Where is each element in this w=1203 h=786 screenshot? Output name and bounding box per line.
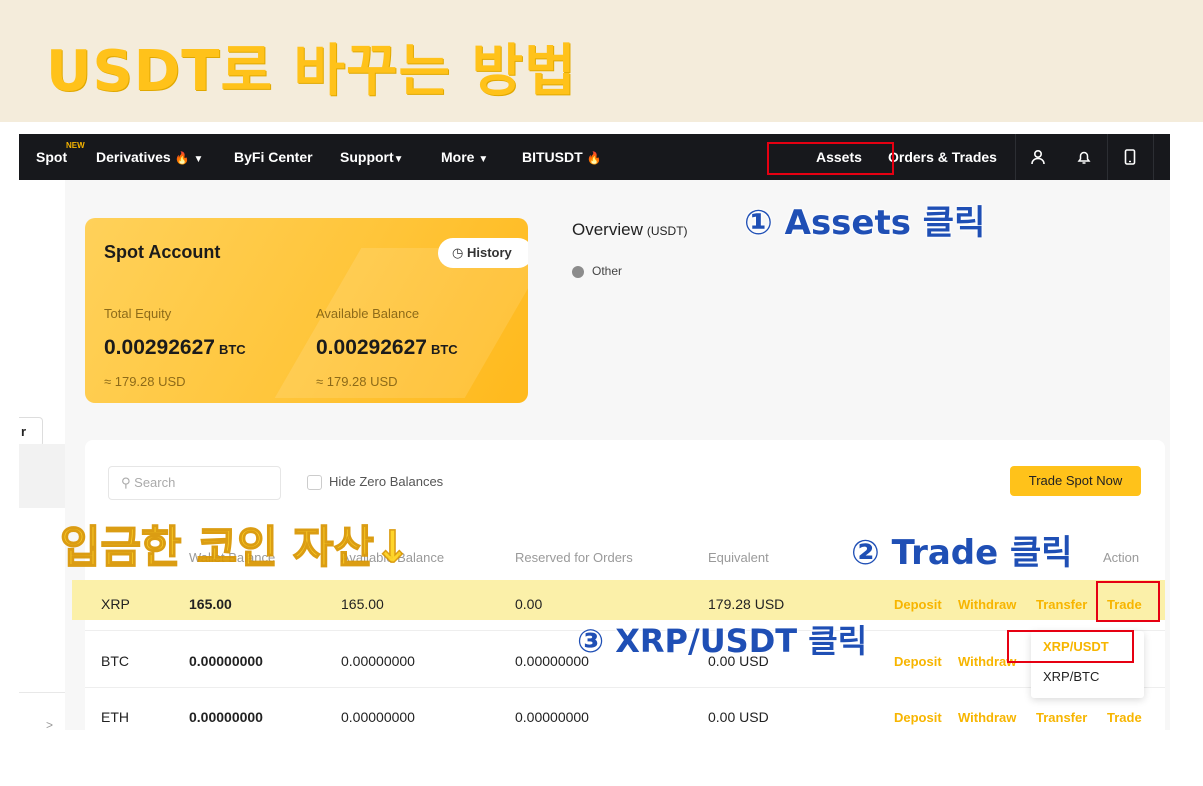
- nav-divider: [1153, 134, 1154, 180]
- card-decoration: [274, 248, 528, 398]
- trade-spot-now-button[interactable]: Trade Spot Now: [1010, 466, 1141, 496]
- total-equity-value: 0.00292627 BTC: [104, 336, 246, 359]
- left-sidebar: r >: [19, 180, 65, 730]
- xrp-usdt-highlight-box: [1007, 630, 1134, 663]
- row-divider: [85, 687, 1165, 688]
- table-cell-reserved: 0.00: [515, 596, 543, 612]
- hide-zero-checkbox[interactable]: Hide Zero Balances: [307, 474, 443, 491]
- total-equity-usd: ≈ 179.28 USD: [104, 374, 186, 389]
- caret-down-icon: ▼: [393, 154, 404, 165]
- header-reserved: Reserved for Orders: [515, 550, 633, 565]
- search-input[interactable]: ⚲ Search: [108, 466, 281, 500]
- total-equity-label: Total Equity: [104, 306, 172, 321]
- clock-icon: ◷: [452, 245, 464, 260]
- table-cell-available: 165.00: [341, 596, 384, 612]
- withdraw-link[interactable]: Withdraw: [958, 710, 1016, 725]
- nav-spot[interactable]: Spot: [36, 134, 67, 180]
- annotation-step1: ① Assets 클릭: [744, 203, 986, 243]
- available-balance-value: 0.00292627 BTC: [316, 336, 458, 359]
- left-pill-button[interactable]: r: [19, 417, 43, 447]
- nav-support[interactable]: Support▼: [340, 134, 404, 180]
- header-action: Action: [1103, 550, 1140, 565]
- transfer-link[interactable]: Transfer: [1036, 710, 1087, 725]
- trade-highlight-box: [1096, 581, 1160, 622]
- table-cell-wallet: 165.00: [189, 596, 232, 612]
- table-cell-equivalent: 0.00 USD: [708, 709, 769, 725]
- user-icon[interactable]: [1030, 134, 1046, 180]
- dropdown-item-xrp-btc[interactable]: XRP/BTC: [1043, 669, 1099, 684]
- caret-down-icon: ▼: [193, 154, 204, 165]
- left-sidebar-row[interactable]: >: [19, 692, 65, 730]
- table-cell-coin: ETH: [101, 709, 129, 725]
- checkbox-box[interactable]: [307, 475, 322, 491]
- flame-icon: 🔥: [586, 151, 602, 165]
- flame-icon: 🔥: [174, 151, 190, 165]
- header-equivalent: Equivalent: [708, 550, 769, 565]
- nav-byfi-center[interactable]: ByFi Center: [234, 134, 313, 180]
- caret-down-icon: ▼: [478, 154, 489, 165]
- banner-title: USDT로 바꾸는 방법: [46, 39, 577, 104]
- transfer-link[interactable]: Transfer: [1036, 597, 1087, 612]
- available-balance-usd: ≈ 179.28 USD: [316, 374, 398, 389]
- table-cell-equivalent: 179.28 USD: [708, 596, 785, 612]
- spot-account-title: Spot Account: [104, 242, 221, 262]
- trade-link[interactable]: Trade: [1107, 710, 1142, 725]
- annotation-step3: ③ XRP/USDT 클릭: [577, 622, 868, 660]
- overview-legend: Other: [572, 264, 622, 278]
- withdraw-link[interactable]: Withdraw: [958, 597, 1016, 612]
- deposit-link[interactable]: Deposit: [894, 710, 942, 725]
- overview-title: Overview (USDT): [572, 220, 688, 239]
- table-cell-wallet: 0.00000000: [189, 709, 263, 725]
- history-button[interactable]: ◷ History: [438, 238, 528, 268]
- spot-account-card: Spot Account ◷ History Total Equity 0.00…: [85, 218, 528, 403]
- left-sidebar-section: [19, 444, 65, 508]
- table-cell-wallet: 0.00000000: [189, 653, 263, 669]
- annotation-deposited-assets: 입금한 코인 자산↓: [59, 521, 411, 574]
- table-cell-coin: XRP: [101, 596, 130, 612]
- table-cell-available: 0.00000000: [341, 709, 415, 725]
- nav-bitusdt[interactable]: BITUSDT 🔥: [522, 134, 602, 180]
- available-balance-label: Available Balance: [316, 306, 420, 321]
- table-cell-reserved: 0.00000000: [515, 709, 589, 725]
- deposit-link[interactable]: Deposit: [894, 654, 942, 669]
- banner: USDT로 바꾸는 방법: [0, 0, 1203, 122]
- deposit-link[interactable]: Deposit: [894, 597, 942, 612]
- table-cell-coin: BTC: [101, 653, 129, 669]
- nav-orders-trades[interactable]: Orders & Trades: [888, 134, 997, 180]
- bell-icon[interactable]: [1076, 134, 1092, 180]
- nav-derivatives[interactable]: Derivatives 🔥 ▼: [96, 134, 203, 180]
- search-icon: ⚲: [121, 475, 131, 490]
- top-navbar: Spot NEW Derivatives 🔥 ▼ ByFi Center Sup…: [19, 134, 1170, 180]
- assets-highlight-box: [767, 142, 894, 175]
- annotation-step2: ② Trade 클릭: [851, 533, 1073, 573]
- new-badge: NEW: [66, 141, 85, 150]
- nav-divider: [1015, 134, 1016, 180]
- chevron-right-icon: >: [45, 718, 53, 730]
- mobile-icon[interactable]: [1123, 134, 1137, 180]
- nav-divider: [1107, 134, 1108, 180]
- nav-more[interactable]: More ▼: [441, 134, 488, 180]
- table-cell-available: 0.00000000: [341, 653, 415, 669]
- legend-dot: [572, 265, 584, 278]
